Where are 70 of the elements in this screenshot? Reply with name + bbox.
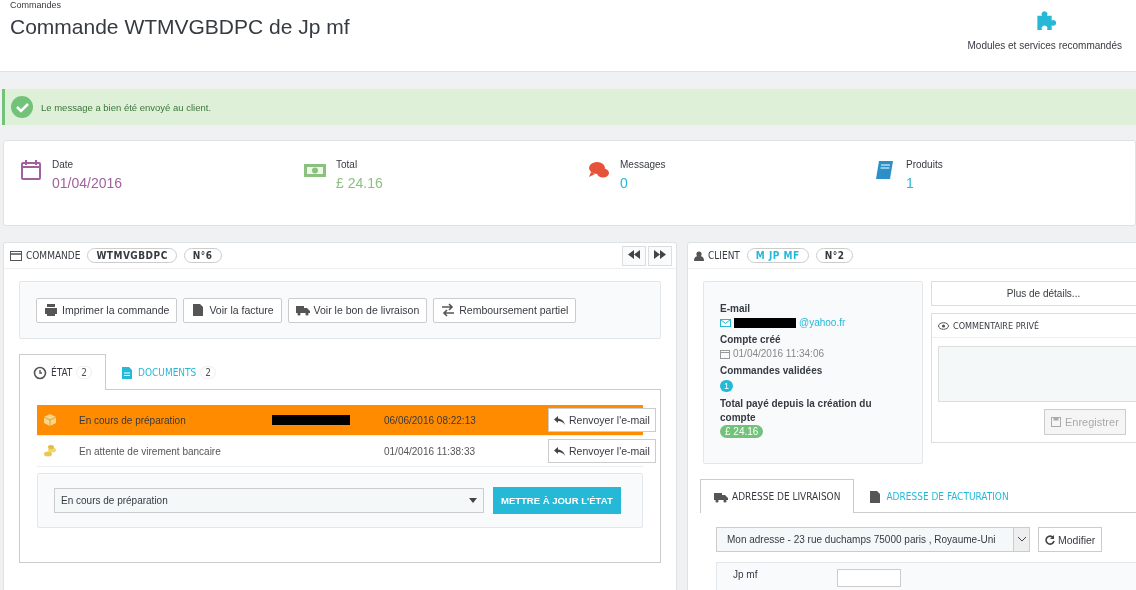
modify-button[interactable]: Modifier: [1038, 527, 1103, 552]
page-title: Commande WTMVGBDPC de Jp mf: [10, 15, 350, 39]
resend-email-button[interactable]: Renvoyer l'e-mail: [548, 439, 656, 463]
kpi-value: 01/04/2016: [52, 175, 123, 191]
status-date: 06/06/2016 08:22:13: [384, 414, 477, 426]
envelope-icon: [720, 318, 731, 327]
eye-icon: [938, 321, 949, 330]
check-icon: [11, 96, 33, 118]
kpi-value: 1: [906, 175, 915, 191]
rewind-icon: [628, 250, 640, 259]
tab[interactable]: ADRESSE DE LIVRAISON: [700, 479, 855, 513]
panel-title: COMMANDE: [26, 250, 81, 261]
floppy-icon: [1051, 417, 1061, 427]
status-date: 01/04/2016 11:38:33: [384, 445, 476, 457]
alert-message: Le message a bien été envoyé au client.: [41, 101, 212, 113]
field-label: E-mail: [720, 302, 751, 316]
kpi-label: Total: [336, 159, 359, 170]
action-button[interactable]: Voir la facture: [183, 297, 282, 323]
status-text: En attente de virement bancaire: [79, 445, 222, 457]
recommended-modules-button[interactable]: Modules et services recommandés: [961, 0, 1128, 71]
tab[interactable]: ÉTAT 2: [19, 354, 106, 390]
clock-icon: [33, 365, 47, 380]
comment-field[interactable]: [938, 346, 1136, 402]
field-label: Compte créé: [720, 333, 782, 347]
next-button[interactable]: [648, 245, 672, 266]
action-button[interactable]: Voir le bon de livraison: [287, 297, 428, 323]
calendar-icon: [20, 159, 42, 181]
resend-email-button[interactable]: Renvoyer l'e-mail: [548, 408, 656, 432]
truck-icon: [295, 303, 310, 317]
reply-icon: [554, 446, 565, 456]
kpi-value: £ 24.16: [336, 175, 383, 191]
kpi-label: Date: [52, 159, 75, 170]
tab[interactable]: DOCUMENTS 2: [106, 354, 230, 390]
chevron-icon: [1017, 537, 1026, 542]
card-icon: [10, 250, 22, 261]
kpi-label: Messages: [620, 159, 666, 170]
action-button[interactable]: Imprimer la commande: [36, 297, 178, 323]
count-badge: 1: [720, 380, 733, 392]
user-icon: [694, 250, 704, 261]
kpi-label: Produits: [906, 159, 943, 170]
total-badge: £ 24.16: [720, 425, 764, 438]
redaction-bar: [734, 317, 796, 328]
status-text: En cours de préparation: [79, 414, 187, 426]
reply-icon: [554, 415, 565, 425]
created-date: 01/04/2016 11:34:06: [733, 348, 824, 359]
breadcrumb[interactable]: Commandes: [10, 0, 350, 10]
more-details-button[interactable]: Plus de détails...: [931, 281, 1136, 306]
address-name: Jp mf: [733, 569, 758, 582]
box-icon: [43, 413, 57, 427]
document-icon: [191, 303, 206, 317]
panel-title: CLIENT: [708, 250, 740, 261]
status-select[interactable]: En cours de préparation: [54, 488, 484, 513]
previous-button[interactable]: [622, 245, 646, 266]
address-select[interactable]: Mon adresse - 23 rue duchamps 75000 paris , Royaume-Uni: [716, 527, 1030, 552]
fast-forward-icon: [654, 250, 666, 259]
refresh-icon: [1045, 534, 1055, 545]
kpi-value: 0: [620, 175, 629, 191]
book-icon: [874, 159, 896, 181]
action-button[interactable]: Remboursement partiel: [433, 297, 577, 323]
caret-icon: [469, 498, 477, 503]
printer-icon: [44, 303, 58, 317]
input-field[interactable]: [837, 569, 902, 587]
document-icon: [868, 489, 883, 504]
document-icon: [120, 365, 134, 380]
field-label: Commandes validées: [720, 364, 824, 378]
coins-icon: [43, 444, 57, 458]
arrows-icon: [441, 303, 456, 317]
comment-title: COMMENTAIRE PRIVÉ: [953, 320, 1040, 331]
field-label: Total payé depuis la création du compte: [720, 397, 873, 425]
calendar-icon: [720, 348, 730, 359]
